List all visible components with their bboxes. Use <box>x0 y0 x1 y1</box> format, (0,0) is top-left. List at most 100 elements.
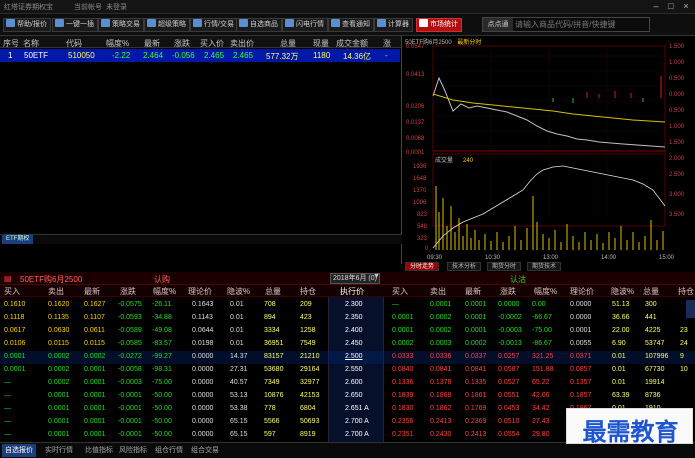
put-col-vol[interactable]: 总量 <box>643 286 659 297</box>
strike-cell[interactable]: 2.400 <box>345 327 363 334</box>
status-tab-realtime[interactable]: 实时行情 <box>42 444 76 457</box>
put-col-oi[interactable]: 持仓 <box>678 286 694 297</box>
watchlist-button[interactable]: 自选商品 <box>236 18 282 32</box>
call-cell: -0.0058 <box>118 366 142 373</box>
call-col-oi[interactable]: 持仓 <box>300 286 316 297</box>
col-name[interactable]: 名称 <box>23 38 39 49</box>
quote-trade-button[interactable]: 行情/交易 <box>190 18 238 32</box>
put-cell: 0.0841 <box>465 366 487 373</box>
tab-future-technical[interactable]: 期货技术 <box>527 262 562 271</box>
tab-etf-option[interactable]: ETF期权 <box>2 235 34 244</box>
call-col-iv[interactable]: 隐波% <box>227 286 250 297</box>
call-cell: 0.0001 <box>84 418 106 425</box>
call-col-vol[interactable]: 总量 <box>265 286 281 297</box>
col-volume[interactable]: 总量 <box>280 38 296 49</box>
put-cell: 0.1378 <box>430 379 452 386</box>
put-col-ask[interactable]: 卖出 <box>430 286 446 297</box>
call-col-change[interactable]: 涨跌 <box>120 286 136 297</box>
table-row[interactable]: 0.1118 0.1135 0.1107 -0.0593 -34.88 0.1143 0.0… <box>0 312 695 325</box>
call-col-bid[interactable]: 买入 <box>4 286 20 297</box>
table-row[interactable]: 0.0001 0.0002 0.0001 -0.0058 -98.31 0.0000 27.… <box>0 364 695 377</box>
col-turnover[interactable]: 成交金额 <box>336 38 368 49</box>
col-bid[interactable]: 买入价 <box>200 38 224 49</box>
search-button[interactable]: 点点通 <box>483 18 513 31</box>
strike-cell[interactable]: 2.650 <box>345 392 363 399</box>
status-tab-risk[interactable]: 风险指标 <box>116 444 150 457</box>
strike-cell[interactable]: 2.450 <box>345 340 363 347</box>
strike-cell[interactable]: 2.600 <box>345 379 363 386</box>
table-row[interactable]: 0.0106 0.0115 0.0115 -0.0585 -83.57 0.0198 0.0… <box>0 338 695 351</box>
put-cell: 0.1839 <box>392 392 414 399</box>
strategy-trade-button[interactable]: 策略交易 <box>98 18 144 32</box>
call-cell: 50693 <box>300 418 320 425</box>
svg-text:3.000: 3.000 <box>669 192 685 198</box>
call-cell: 65.15 <box>230 431 248 438</box>
status-tab-watchlist[interactable]: 自选报价 <box>2 444 36 457</box>
call-cell: — <box>4 418 11 425</box>
col-change[interactable]: 涨跌 <box>174 38 190 49</box>
strike-cell[interactable]: 2.700 A <box>345 431 369 438</box>
call-col-theo[interactable]: 理论价 <box>188 286 212 297</box>
put-cell: 0.2351 <box>392 431 414 438</box>
strike-cell[interactable]: 2.350 <box>345 314 363 321</box>
tab-intraday[interactable]: 分时走势 <box>405 262 440 271</box>
call-col-ask[interactable]: 卖出 <box>48 286 64 297</box>
put-col-last[interactable]: 最新 <box>465 286 481 297</box>
put-cell: -66.67 <box>532 314 552 321</box>
col-last[interactable]: 最新 <box>144 38 160 49</box>
status-tab-ratio[interactable]: 比值指标 <box>82 444 116 457</box>
table-row[interactable]: 0.0001 0.0002 0.0002 -0.0272 -99.27 0.0000 14.… <box>0 351 695 364</box>
market-stats-button[interactable]: 市场统计 <box>416 18 462 32</box>
chevron-down-icon[interactable]: ▼ <box>373 273 380 280</box>
super-strategy-button[interactable]: 超级策略 <box>144 18 190 32</box>
strike-col[interactable]: 执行价 <box>340 286 364 297</box>
col-code[interactable]: 代码 <box>66 38 82 49</box>
table-row[interactable]: — 0.0001 0.0001 -0.0001 -50.00 0.0000 53.13 108… <box>0 390 695 403</box>
put-col-theo[interactable]: 理论价 <box>570 286 594 297</box>
put-col-iv[interactable]: 隐波% <box>611 286 634 297</box>
table-row[interactable]: — 0.0002 0.0001 -0.0003 -75.00 0.0000 40.57 734… <box>0 377 695 390</box>
col-change-pct[interactable]: 幅度% <box>106 38 129 49</box>
call-cell: 894 <box>264 314 276 321</box>
table-row[interactable]: 0.0617 0.0630 0.0611 -0.0589 -49.08 0.0644 0.0… <box>0 325 695 338</box>
call-cell: 32977 <box>300 379 320 386</box>
call-cell: 0.0000 <box>192 405 214 412</box>
call-cell: -98.31 <box>152 366 172 373</box>
table-row[interactable]: 0.1610 0.1620 0.1627 -0.0575 -26.11 0.1643 0.0… <box>0 299 695 312</box>
put-cell: 67730 <box>645 366 665 373</box>
put-cell: -75.00 <box>532 327 552 334</box>
col-index[interactable]: 序号 <box>3 38 19 49</box>
put-col-pct[interactable]: 幅度% <box>534 286 557 297</box>
watchlist-row[interactable]: 1 50ETF 510050 -2.22 2.464 -0.056 2.465 … <box>0 49 400 62</box>
vol-value: 240 <box>463 158 474 164</box>
flash-quote-button[interactable]: 闪电行情 <box>282 18 328 32</box>
one-key-button[interactable]: 一键一插 <box>52 18 98 32</box>
strike-cell[interactable]: 2.500 <box>345 353 363 360</box>
calculator-button[interactable]: 计算器 <box>374 18 413 32</box>
notice-button[interactable]: 查看通知 <box>328 18 374 32</box>
strike-cell[interactable]: 2.300 <box>345 301 363 308</box>
tab-technical[interactable]: 技术分析 <box>447 262 482 271</box>
put-cell: 0.1861 <box>465 392 487 399</box>
close-icon[interactable]: × <box>680 1 692 12</box>
strike-cell[interactable]: 2.651 A <box>345 405 369 412</box>
flash-icon <box>285 19 294 27</box>
help-button[interactable]: 帮助/报价 <box>3 18 51 32</box>
tab-future-intraday[interactable]: 期货分时 <box>487 262 522 271</box>
put-col-bid[interactable]: 买入 <box>392 286 408 297</box>
svg-text:0.000: 0.000 <box>669 92 685 98</box>
col-more[interactable]: 涨 <box>383 38 391 49</box>
strike-cell[interactable]: 2.700 A <box>345 418 369 425</box>
minimize-icon[interactable]: – <box>650 1 662 12</box>
col-cur-volume[interactable]: 现量 <box>313 38 329 49</box>
call-col-pct[interactable]: 幅度% <box>153 286 176 297</box>
maximize-icon[interactable]: □ <box>665 1 677 12</box>
col-ask[interactable]: 卖出价 <box>230 38 254 49</box>
put-col-change[interactable]: 涨跌 <box>500 286 516 297</box>
call-col-last[interactable]: 最新 <box>84 286 100 297</box>
status-tab-combo-trade[interactable]: 组合交易 <box>188 444 222 457</box>
call-cell: 0.0106 <box>4 340 26 347</box>
strike-cell[interactable]: 2.550 <box>345 366 363 373</box>
call-cell: 0.0001 <box>4 366 26 373</box>
status-tab-combo-quote[interactable]: 组仓行情 <box>152 444 186 457</box>
